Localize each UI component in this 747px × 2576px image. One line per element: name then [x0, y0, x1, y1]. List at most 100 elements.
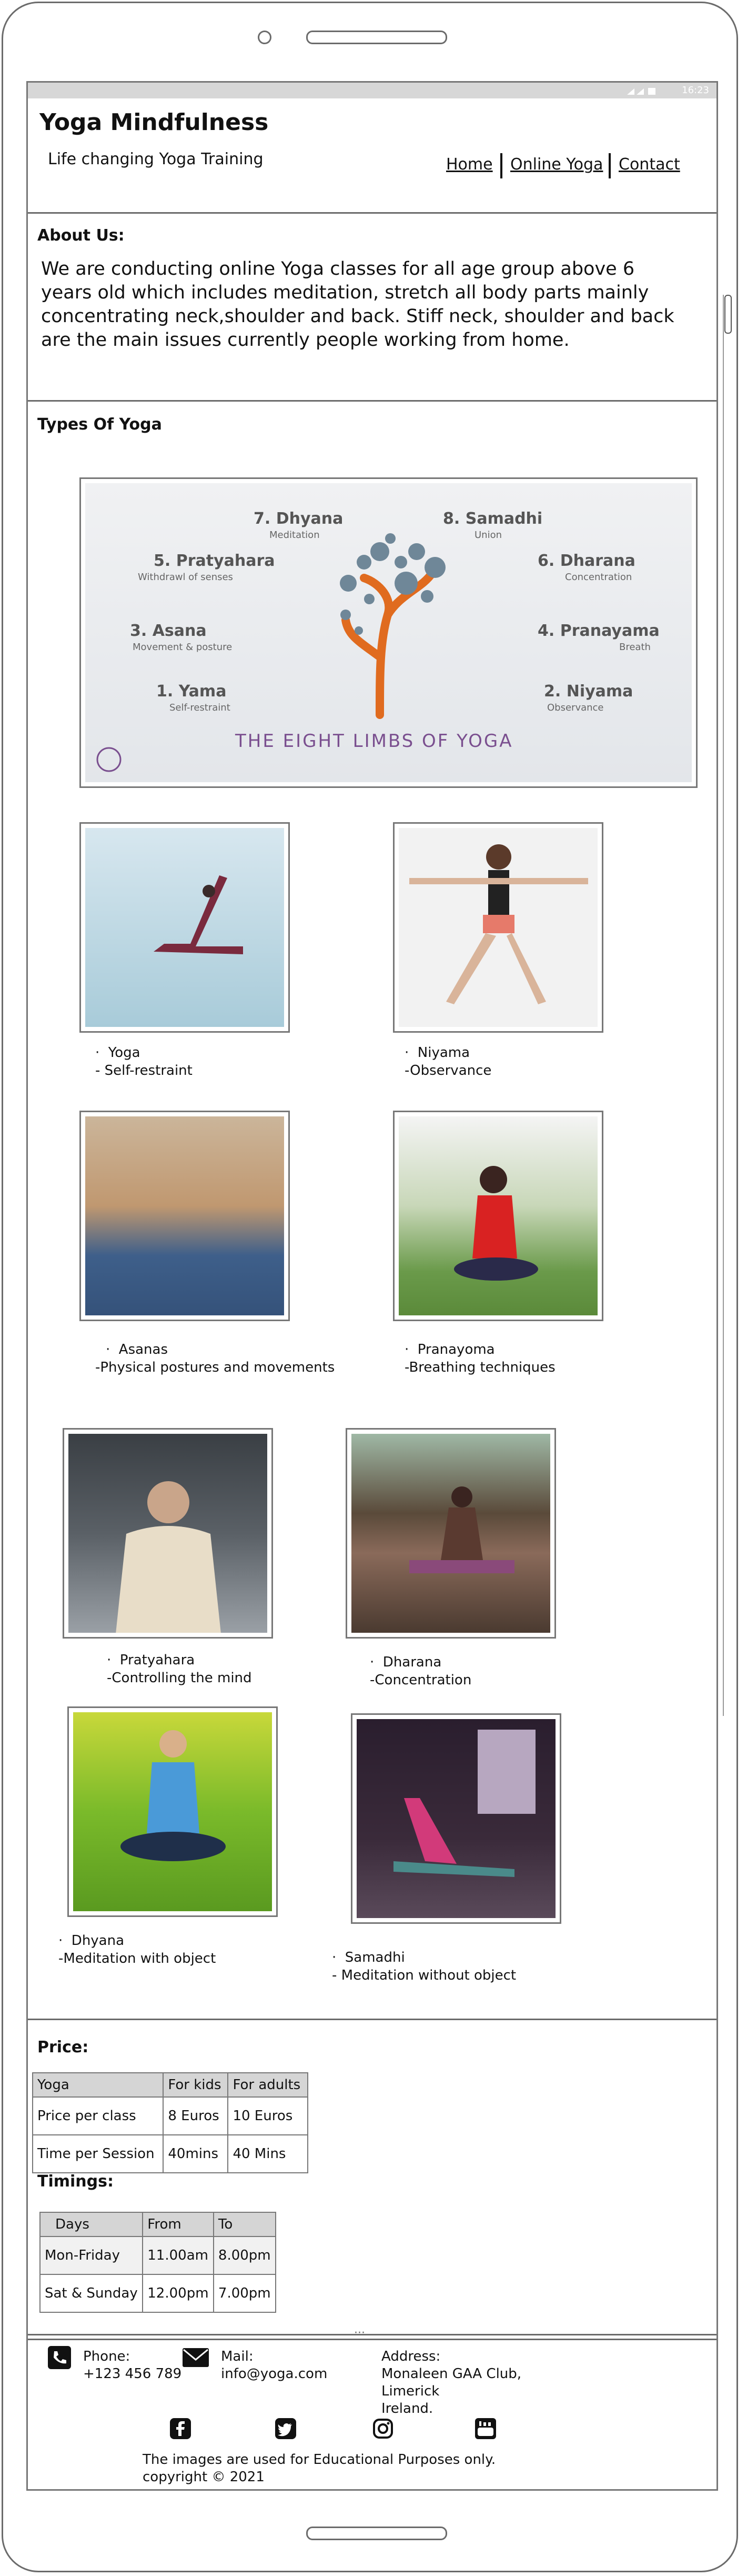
- caption-pranayama: · Pranayoma: [405, 1342, 495, 1357]
- photo-asanas: [79, 1111, 290, 1321]
- scrollbar-track[interactable]: [723, 295, 731, 1716]
- table-header-cell: Yoga: [32, 2072, 164, 2098]
- photo-yama: [79, 822, 290, 1033]
- screen: 16:23 Yoga Mindfulness Life changing Yog…: [26, 81, 718, 2491]
- instagram-icon[interactable]: [372, 2418, 393, 2439]
- caption-niyama-desc: -Observance: [405, 1063, 492, 1079]
- scrollbar-thumb[interactable]: [724, 295, 732, 334]
- signal-icon: [627, 88, 655, 95]
- limb-1: 1. Yama: [156, 682, 227, 701]
- facebook-icon[interactable]: [170, 2418, 191, 2439]
- status-bar: 16:23: [28, 83, 716, 98]
- caption-niyama: · Niyama: [405, 1045, 470, 1061]
- price-table: Yoga For kids For adults Price per class…: [32, 2072, 308, 2173]
- table-cell: 8 Euros: [163, 2096, 229, 2135]
- limb-1-sub: Self-restraint: [169, 702, 230, 713]
- caption-yama: · Yoga: [95, 1045, 140, 1061]
- caption-dhyana-desc: -Meditation with object: [58, 1951, 216, 1966]
- table-header-cell: Days: [39, 2212, 144, 2237]
- youtube-icon[interactable]: [475, 2418, 496, 2439]
- limb-8: 8. Samadhi: [443, 510, 543, 528]
- caption-samadhi-desc: - Meditation without object: [332, 1968, 517, 1983]
- caption-asanas: · Asanas: [106, 1342, 168, 1357]
- divider: [28, 2019, 716, 2020]
- nav-divider: [609, 153, 611, 178]
- speaker: [306, 31, 447, 44]
- limb-5: 5. Pratyahara: [154, 552, 275, 570]
- photo-pranayama: [393, 1111, 603, 1321]
- site-title: Yoga Mindfulness: [39, 109, 269, 136]
- phone-icon: [48, 2346, 71, 2369]
- mail-icon: [183, 2348, 209, 2367]
- limb-3-sub: Movement & posture: [133, 642, 233, 653]
- table-cell: Time per Session: [32, 2134, 164, 2173]
- caption-yama-desc: - Self-restraint: [95, 1063, 193, 1079]
- limb-7-sub: Meditation: [269, 530, 320, 541]
- photo-pratyahara: [63, 1428, 273, 1639]
- table-header-cell: For kids: [163, 2072, 229, 2098]
- caption-pratyahara: · Pratyahara: [107, 1652, 195, 1668]
- limb-3: 3. Asana: [130, 622, 207, 640]
- about-text: We are conducting online Yoga classes fo…: [41, 258, 674, 351]
- banner-title: THE EIGHT LIMBS OF YOGA: [235, 731, 513, 752]
- mail-label: Mail:: [221, 2349, 254, 2364]
- about-heading: About Us:: [37, 226, 125, 245]
- status-time: 16:23: [682, 85, 709, 96]
- table-header-row: Days From To: [39, 2212, 277, 2237]
- camera: [258, 31, 271, 44]
- table-cell: 12.00pm: [142, 2274, 214, 2313]
- nav-online-yoga[interactable]: Online Yoga: [510, 155, 603, 174]
- table-cell: 8.00pm: [213, 2236, 277, 2275]
- home-bar[interactable]: [306, 2527, 447, 2540]
- table-cell: Mon-Friday: [39, 2236, 144, 2275]
- photo-dharana: [346, 1428, 556, 1639]
- limb-2: 2. Niyama: [544, 682, 633, 701]
- caption-samadhi: · Samadhi: [332, 1950, 405, 1965]
- address-line: Ireland.: [381, 2401, 433, 2417]
- nav-contact[interactable]: Contact: [619, 155, 680, 174]
- eight-limbs-banner: 7. Dhyana Meditation 8. Samadhi Union 5.…: [79, 477, 698, 788]
- divider: [28, 2339, 716, 2340]
- nav-home[interactable]: Home: [446, 155, 493, 174]
- table-cell: 40 Mins: [227, 2134, 308, 2173]
- limb-8-sub: Union: [475, 530, 502, 541]
- limb-2-sub: Observance: [547, 702, 604, 713]
- timings-heading: Timings:: [37, 2172, 114, 2191]
- table-cell: 10 Euros: [227, 2096, 308, 2135]
- divider: [28, 2334, 716, 2335]
- table-cell: 40mins: [163, 2134, 229, 2173]
- table-row: Sat & Sunday 12.00pm 7.00pm: [39, 2274, 277, 2313]
- table-cell: Price per class: [32, 2096, 164, 2135]
- caption-asanas-desc: -Physical postures and movements: [95, 1360, 335, 1375]
- limb-7: 7. Dhyana: [254, 510, 344, 528]
- mail-address[interactable]: info@yoga.com: [221, 2365, 327, 2383]
- photo-dhyana: [67, 1706, 278, 1917]
- address-line: Monaleen GAA Club,: [381, 2366, 522, 2382]
- limb-6: 6. Dharana: [538, 552, 635, 570]
- resize-handle[interactable]: ···: [354, 2327, 365, 2340]
- copyright: copyright © 2021: [143, 2469, 265, 2485]
- price-heading: Price:: [37, 2038, 89, 2056]
- caption-dharana-desc: -Concentration: [370, 1672, 472, 1688]
- types-heading: Types Of Yoga: [37, 415, 162, 434]
- table-row: Mon-Friday 11.00am 8.00pm: [39, 2236, 277, 2275]
- address-line: Limerick: [381, 2383, 440, 2399]
- caption-pratyahara-desc: -Controlling the mind: [107, 1670, 252, 1686]
- timings-table: Days From To Mon-Friday 11.00am 8.00pm S…: [39, 2212, 277, 2313]
- tagline: Life changing Yoga Training: [48, 150, 264, 168]
- address-label: Address:: [381, 2349, 441, 2364]
- twitter-icon[interactable]: [275, 2418, 296, 2439]
- phone-number[interactable]: +123 456 789: [83, 2365, 181, 2383]
- table-header-cell: For adults: [227, 2072, 308, 2098]
- table-row: Time per Session 40mins 40 Mins: [32, 2134, 308, 2173]
- limb-5-sub: Withdrawl of senses: [138, 572, 233, 583]
- table-header-cell: From: [142, 2212, 214, 2237]
- caption-pranayama-desc: -Breathing techniques: [405, 1360, 556, 1375]
- caption-dhyana: · Dhyana: [58, 1933, 125, 1949]
- photo-niyama: [393, 822, 603, 1033]
- table-header-row: Yoga For kids For adults: [32, 2072, 308, 2098]
- caption-dharana: · Dharana: [370, 1654, 442, 1670]
- limb-4-sub: Breath: [619, 642, 651, 653]
- table-cell: Sat & Sunday: [39, 2274, 144, 2313]
- photo-samadhi: [351, 1713, 561, 1924]
